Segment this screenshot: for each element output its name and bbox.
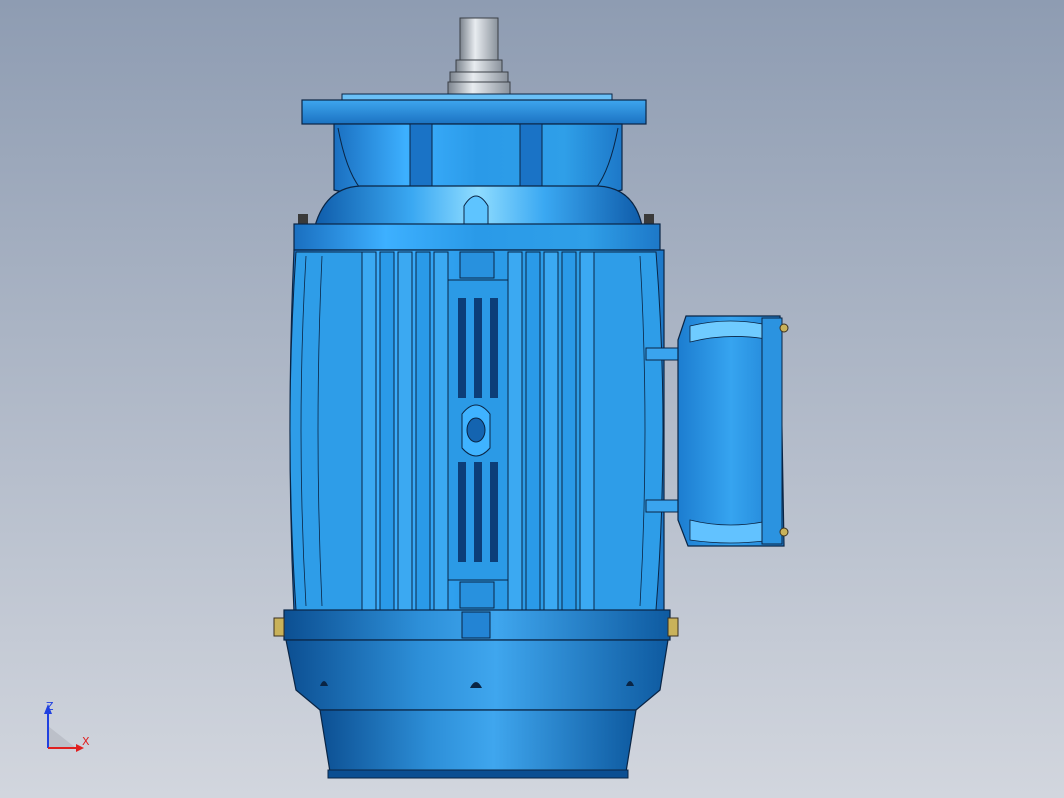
mounting-flange[interactable] (301, 93, 647, 125)
side-lifting-lug[interactable] (461, 404, 491, 457)
triad-x-label: X (82, 735, 90, 748)
cad-graphics-viewport[interactable]: Z X (0, 0, 1064, 798)
triad-z-label: Z (46, 700, 54, 713)
model-canvas[interactable]: Z X (0, 0, 1064, 798)
fan-cover[interactable] (273, 609, 679, 779)
